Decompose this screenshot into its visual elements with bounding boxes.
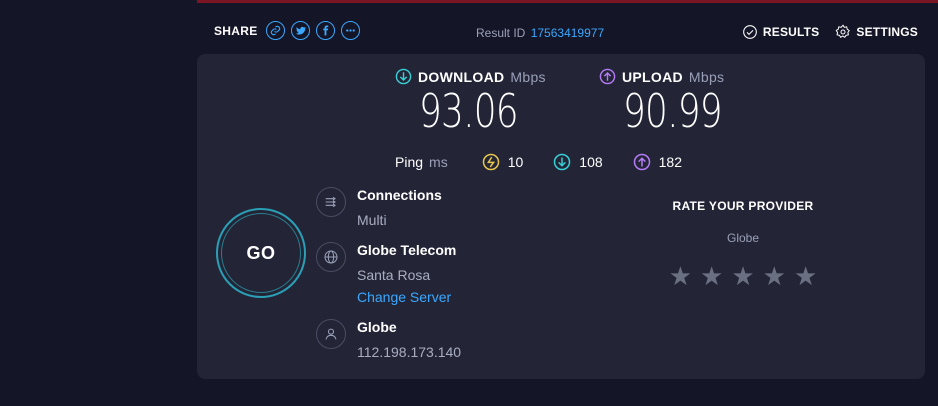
facebook-icon[interactable] (315, 21, 335, 40)
twitter-icon[interactable] (290, 21, 310, 40)
results-button[interactable]: RESULTS (742, 24, 820, 40)
top-actions: RESULTS SETTINGS (742, 24, 918, 40)
rating-stars: ★ ★ ★ ★ ★ (633, 263, 853, 289)
ping-idle-value: 10 (507, 154, 524, 170)
settings-button[interactable]: SETTINGS (835, 24, 918, 40)
ping-upload: 182 (633, 153, 682, 171)
upload-label: UPLOAD (622, 68, 683, 85)
download-metric: DOWNLOAD Mbps 93.06 (395, 68, 546, 135)
go-button[interactable]: GO (216, 208, 306, 298)
settings-label: SETTINGS (856, 25, 918, 39)
top-strip (197, 0, 938, 3)
result-id-link[interactable]: 17563419977 (531, 26, 604, 40)
ping-row: Ping ms 10 108 182 (395, 153, 712, 171)
download-arrow-icon (395, 68, 412, 85)
result-id-block: Result ID 17563419977 (476, 26, 604, 40)
isp-name: Globe (357, 319, 397, 335)
globe-icon (316, 242, 346, 272)
connections-value: Multi (357, 212, 387, 228)
star-icon-1[interactable]: ★ (669, 263, 692, 289)
user-icon (316, 319, 346, 349)
rate-provider-name: Globe (726, 231, 760, 245)
gear-icon (835, 24, 851, 39)
upload-arrow-icon (599, 68, 616, 85)
rate-title: RATE YOUR PROVIDER (672, 199, 814, 213)
ping-upload-value: 182 (658, 154, 682, 170)
change-server-link[interactable]: Change Server (357, 289, 451, 305)
download-latency-icon (554, 153, 571, 171)
go-label: GO (221, 213, 301, 293)
upload-unit: Mbps (688, 68, 725, 85)
upload-metric: UPLOAD Mbps 90.99 (599, 68, 750, 135)
connections-icon[interactable] (316, 187, 346, 217)
download-unit: Mbps (510, 68, 546, 85)
result-id-label: Result ID (476, 26, 526, 40)
results-label: RESULTS (762, 25, 820, 39)
star-icon-5[interactable]: ★ (794, 263, 817, 289)
ping-label: Ping (395, 154, 424, 170)
star-icon-2[interactable]: ★ (700, 263, 723, 289)
star-icon-4[interactable]: ★ (763, 263, 786, 289)
ping-idle: 10 (482, 153, 524, 171)
ping-download-value: 108 (579, 154, 603, 170)
idle-latency-icon (482, 153, 499, 171)
check-circle-icon (743, 25, 757, 39)
ping-unit: ms (429, 154, 448, 170)
results-panel: DOWNLOAD Mbps 93.06 UPLOAD Mbps 90.99 Pi… (197, 54, 925, 379)
download-value: 93.06 (419, 84, 519, 138)
upload-value: 90.99 (623, 84, 723, 138)
upload-latency-icon (633, 153, 650, 171)
server-location: Santa Rosa (357, 267, 431, 283)
isp-ip: 112.198.173.140 (357, 344, 462, 360)
share-bar: SHARE (214, 21, 360, 40)
download-label: DOWNLOAD (418, 68, 505, 85)
star-icon-3[interactable]: ★ (731, 263, 754, 289)
link-icon[interactable] (265, 21, 285, 40)
ping-download: 108 (553, 153, 603, 171)
more-icon[interactable] (340, 21, 360, 40)
share-label: SHARE (214, 23, 258, 38)
connections-title: Connections (357, 187, 442, 203)
rate-provider-block: RATE YOUR PROVIDER Globe ★ ★ ★ ★ ★ (633, 199, 853, 289)
server-name: Globe Telecom (357, 242, 457, 258)
